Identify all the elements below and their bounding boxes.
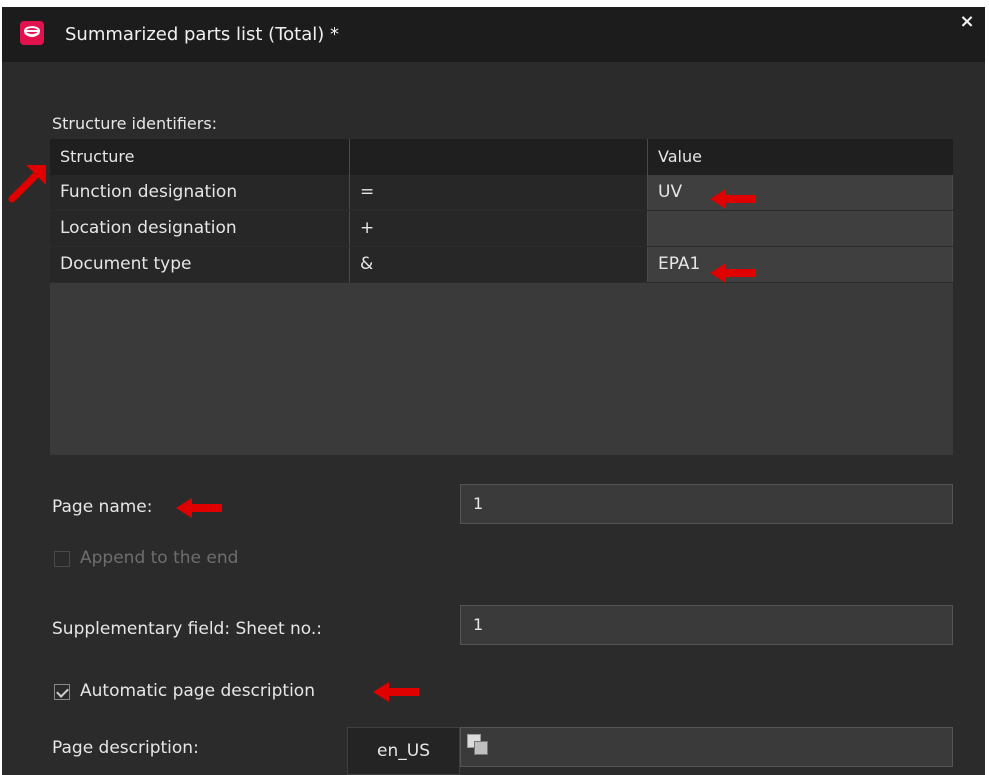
prefix-cell: + (350, 211, 648, 246)
title-bar: Summarized parts list (Total) * × (2, 7, 985, 62)
sheet-no-label: Supplementary field: Sheet no.: (52, 619, 323, 639)
page-description-label: Page description: (52, 738, 199, 758)
dialog-window: Summarized parts list (Total) * × Struct… (2, 7, 985, 775)
automatic-page-description-label: Automatic page description (80, 681, 315, 701)
annotation-arrow-icon (8, 165, 46, 203)
annotation-arrow-icon (373, 682, 419, 702)
prefix-cell: = (350, 175, 648, 210)
page-name-label: Page name: (52, 497, 153, 517)
column-header-structure[interactable]: Structure (50, 139, 350, 175)
value-cell[interactable] (648, 211, 953, 246)
value-cell[interactable]: UV (648, 175, 953, 210)
table-row[interactable]: Function designation = UV (50, 175, 953, 211)
table-row[interactable]: Document type & EPA1 (50, 247, 953, 283)
append-to-end-checkbox[interactable] (54, 551, 70, 567)
annotation-arrow-icon (710, 189, 756, 209)
annotation-arrow-icon (176, 498, 222, 518)
annotation-arrow-icon (710, 263, 756, 283)
page-name-field[interactable]: 1 (460, 484, 953, 524)
value-cell[interactable]: EPA1 (648, 247, 953, 282)
grid-header: Structure Value (50, 139, 953, 175)
app-logo-icon (20, 21, 44, 45)
table-row[interactable]: Location designation + (50, 211, 953, 247)
dialog-title: Summarized parts list (Total) * (65, 24, 339, 45)
language-selector[interactable]: en_US (347, 727, 460, 775)
append-to-end-label: Append to the end (80, 548, 239, 568)
structure-cell: Function designation (50, 175, 350, 210)
prefix-cell: & (350, 247, 648, 282)
column-header-value[interactable]: Value (648, 139, 953, 175)
automatic-page-description-checkbox[interactable] (54, 684, 70, 700)
structure-cell: Location designation (50, 211, 350, 246)
structure-cell: Document type (50, 247, 350, 282)
multilanguage-icon[interactable] (467, 734, 489, 756)
structure-identifiers-label: Structure identifiers: (52, 114, 218, 133)
close-icon[interactable]: × (957, 12, 977, 32)
sheet-no-field[interactable]: 1 (460, 605, 953, 645)
structure-identifiers-grid[interactable]: Structure Value Function designation = U… (50, 139, 953, 455)
page-description-field[interactable] (460, 727, 953, 767)
column-header-prefix[interactable] (350, 139, 648, 175)
